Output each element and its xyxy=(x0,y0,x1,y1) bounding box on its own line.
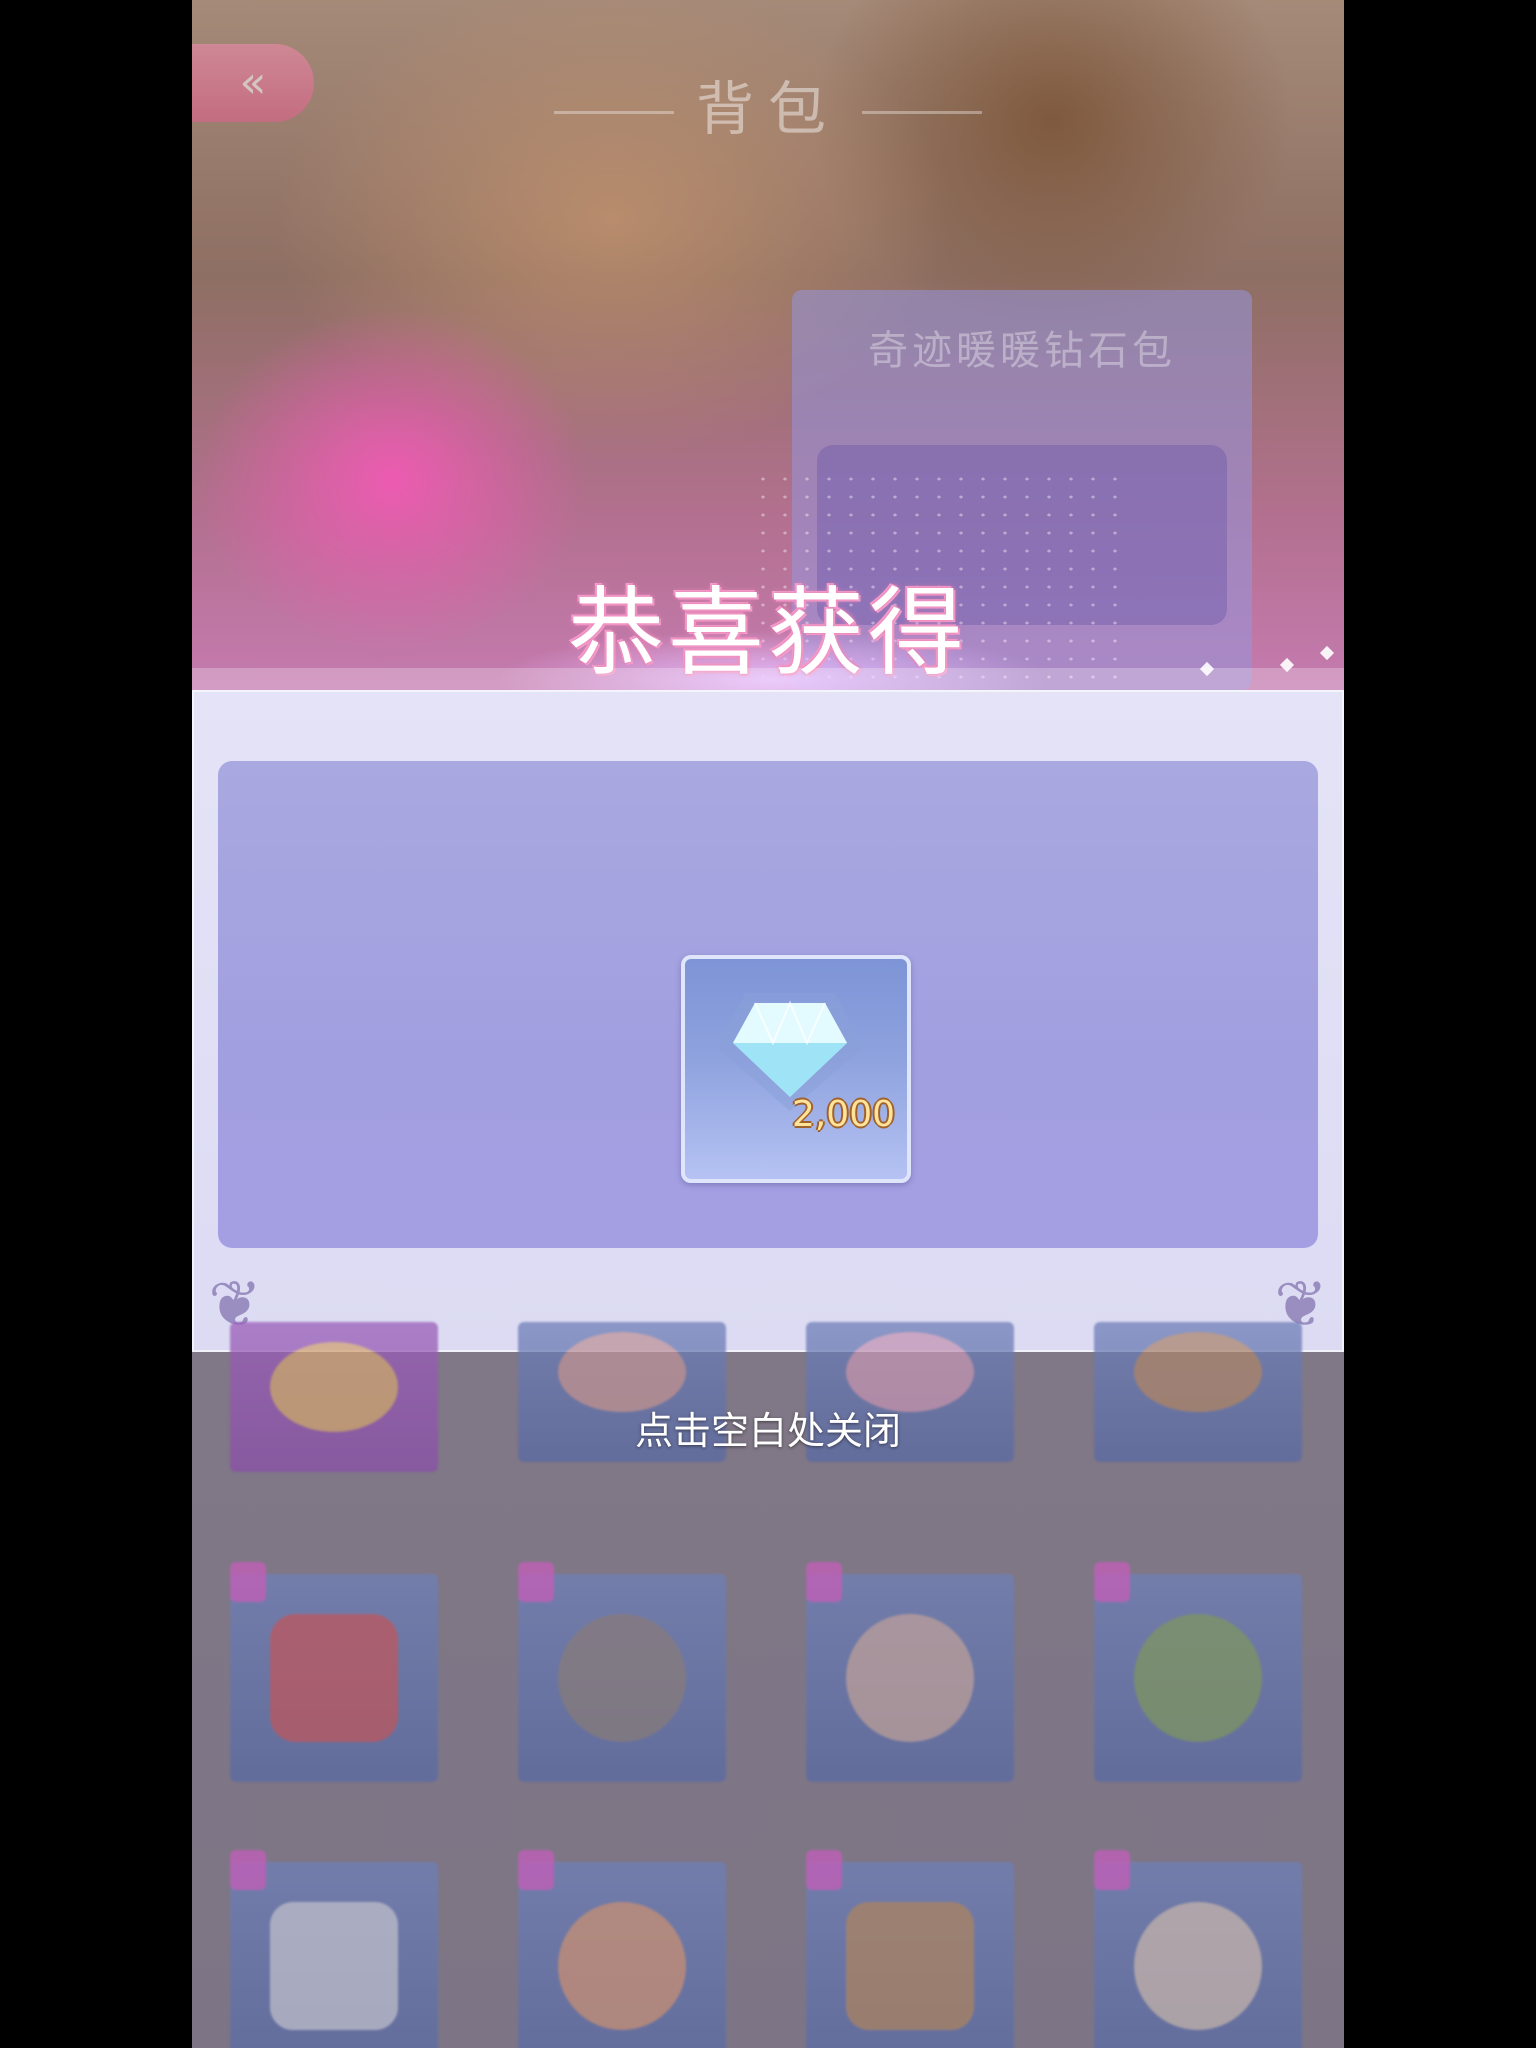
inventory-background xyxy=(192,1322,1344,2048)
inventory-slot xyxy=(806,1850,1014,2048)
background-card-title: 奇迹暖暖钻石包 xyxy=(868,328,1176,374)
inventory-slot xyxy=(518,1850,726,2048)
inventory-slot xyxy=(1094,1850,1302,2048)
inventory-slot xyxy=(230,1562,438,1782)
game-screen[interactable]: « 背包 奇迹暖暖钻石包 恭喜获得 2,000 ❦ ❦ 点击空白处关闭 xyxy=(192,0,1344,2048)
close-hint[interactable]: 点击空白处关闭 xyxy=(192,1400,1344,1455)
inventory-slot xyxy=(518,1562,726,1782)
reward-panel: 2,000 ❦ ❦ xyxy=(192,690,1344,1352)
page-title: 背包 xyxy=(192,62,1344,146)
inventory-slot xyxy=(806,1562,1014,1782)
reward-quantity: 2,000 xyxy=(791,1094,895,1135)
inventory-slot xyxy=(1094,1562,1302,1782)
reward-item-slot[interactable]: 2,000 xyxy=(681,955,911,1183)
reward-panel-inner: 2,000 xyxy=(218,761,1318,1248)
inventory-slot xyxy=(230,1850,438,2048)
